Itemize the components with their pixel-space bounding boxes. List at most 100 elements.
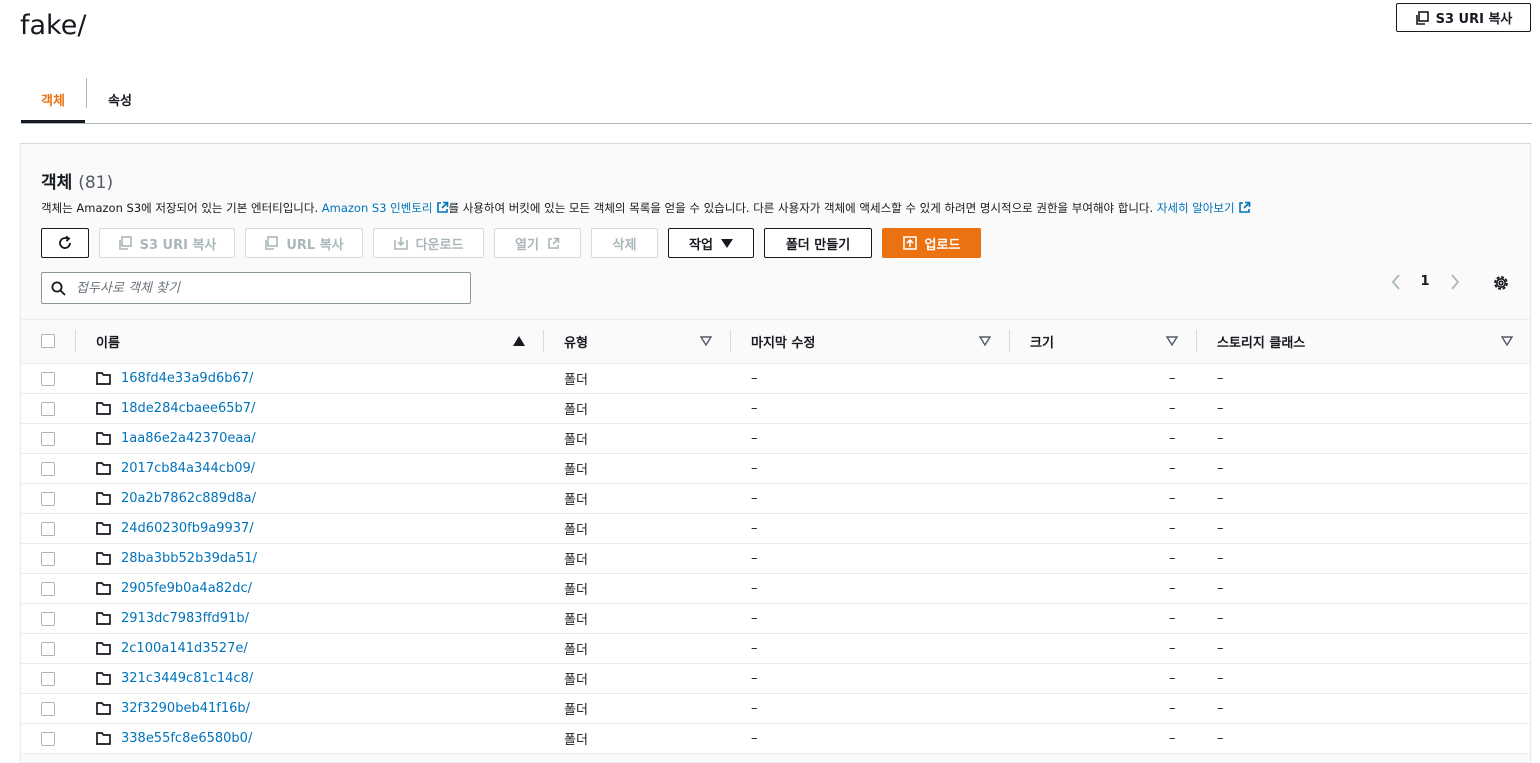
search-icon <box>51 281 66 296</box>
tab-objects[interactable]: 객체 <box>21 78 85 123</box>
sort-ascending-icon[interactable] <box>513 336 525 346</box>
tab-properties[interactable]: 속성 <box>87 78 153 121</box>
table-row[interactable]: 20a2b7862c889d8a/ 폴더 – – – <box>21 484 1530 514</box>
chevron-left-icon <box>1391 274 1400 290</box>
refresh-button[interactable] <box>41 228 89 258</box>
table-row[interactable]: 32f3290beb41f16b/ 폴더 – – – <box>21 694 1530 724</box>
open-button[interactable]: 열기 <box>494 228 581 258</box>
object-name-link[interactable]: 2017cb84a344cb09/ <box>121 454 255 483</box>
row-checkbox[interactable] <box>41 582 55 596</box>
copy-icon <box>1415 10 1429 25</box>
table-row[interactable]: 2017cb84a344cb09/ 폴더 – – – <box>21 454 1530 484</box>
object-name-link[interactable]: 2913dc7983ffd91b/ <box>121 604 249 633</box>
object-name-link[interactable]: 32f3290beb41f16b/ <box>121 694 250 723</box>
delete-button[interactable]: 삭제 <box>591 228 658 258</box>
table-row[interactable]: 24d60230fb9a9937/ 폴더 – – – <box>21 514 1530 544</box>
sort-icon[interactable] <box>1501 336 1513 346</box>
object-name[interactable]: 20a2b7862c889d8a/ <box>121 491 256 506</box>
column-header-last-modified[interactable]: 마지막 수정 <box>751 320 815 363</box>
object-name[interactable]: 2c100a141d3527e/ <box>121 641 248 656</box>
object-type: 폴더 <box>564 373 588 388</box>
object-name-link[interactable]: 2905fe9b0a4a82dc/ <box>121 574 252 603</box>
object-name-link[interactable]: 1aa86e2a42370eaa/ <box>121 424 256 453</box>
row-checkbox[interactable] <box>41 432 55 446</box>
object-name[interactable]: 338e55fc8e6580b0/ <box>121 731 252 746</box>
column-divider <box>1196 330 1197 352</box>
inventory-link[interactable]: Amazon S3 인벤토리 <box>322 201 449 215</box>
object-name-link[interactable]: 24d60230fb9a9937/ <box>121 514 254 543</box>
object-name[interactable]: 32f3290beb41f16b/ <box>121 701 250 716</box>
table-row[interactable]: 2913dc7983ffd91b/ 폴더 – – – <box>21 604 1530 634</box>
table-row[interactable]: 2905fe9b0a4a82dc/ 폴더 – – – <box>21 574 1530 604</box>
next-page-button[interactable] <box>1446 274 1464 290</box>
create-folder-button[interactable]: 폴더 만들기 <box>764 228 872 258</box>
row-checkbox[interactable] <box>41 642 55 656</box>
row-checkbox[interactable] <box>41 732 55 746</box>
objects-panel-title: 객체 (81) <box>41 168 113 193</box>
object-name[interactable]: 18de284cbaee65b7/ <box>121 401 255 416</box>
copy-s3-uri-label: S3 URI 복사 <box>1435 12 1513 27</box>
sort-icon[interactable] <box>1166 336 1178 346</box>
row-checkbox[interactable] <box>41 702 55 716</box>
object-name-link[interactable]: 20a2b7862c889d8a/ <box>121 484 256 513</box>
upload-icon <box>902 236 917 250</box>
copy-url-button[interactable]: URL 복사 <box>245 228 363 258</box>
object-name[interactable]: 2913dc7983ffd91b/ <box>121 611 249 626</box>
object-name[interactable]: 321c3449c81c14c8/ <box>121 671 253 686</box>
learn-more-link[interactable]: 자세히 알아보기 <box>1157 201 1251 215</box>
actions-dropdown[interactable]: 작업 <box>668 228 754 258</box>
object-name[interactable]: 24d60230fb9a9937/ <box>121 521 254 536</box>
row-checkbox[interactable] <box>41 372 55 386</box>
objects-panel: 객체 (81) 객체는 Amazon S3에 저장되어 있는 기본 엔터티입니다… <box>20 143 1531 763</box>
table-row[interactable]: 321c3449c81c14c8/ 폴더 – – – <box>21 664 1530 694</box>
table-row[interactable]: 168fd4e33a9d6b67/ 폴더 – – – <box>21 364 1530 394</box>
object-storage-class: – <box>1217 641 1224 656</box>
row-checkbox[interactable] <box>41 462 55 476</box>
row-checkbox[interactable] <box>41 402 55 416</box>
table-row[interactable]: 18de284cbaee65b7/ 폴더 – – – <box>21 394 1530 424</box>
folder-icon <box>96 402 111 415</box>
download-label: 다운로드 <box>415 237 464 253</box>
object-name[interactable]: 2017cb84a344cb09/ <box>121 461 255 476</box>
object-name[interactable]: 1aa86e2a42370eaa/ <box>121 431 256 446</box>
object-size: – <box>1169 401 1176 416</box>
table-row[interactable]: 1aa86e2a42370eaa/ 폴더 – – – <box>21 424 1530 454</box>
object-name-link[interactable]: 2c100a141d3527e/ <box>121 634 248 663</box>
table-row[interactable]: 2c100a141d3527e/ 폴더 – – – <box>21 634 1530 664</box>
upload-button[interactable]: 업로드 <box>882 228 981 258</box>
sort-icon[interactable] <box>700 336 712 346</box>
search-input[interactable] <box>74 279 458 297</box>
row-checkbox[interactable] <box>41 522 55 536</box>
object-name-link[interactable]: 321c3449c81c14c8/ <box>121 664 253 693</box>
table-header: 이름 유형 마지막 수정 크기 스토리지 클래스 <box>21 320 1530 364</box>
object-name-link[interactable]: 28ba3bb52b39da51/ <box>121 544 257 573</box>
previous-page-button[interactable] <box>1387 274 1405 290</box>
row-checkbox[interactable] <box>41 672 55 686</box>
row-checkbox[interactable] <box>41 612 55 626</box>
column-header-size[interactable]: 크기 <box>1030 320 1054 363</box>
column-divider <box>1009 330 1010 352</box>
object-name[interactable]: 2905fe9b0a4a82dc/ <box>121 581 252 596</box>
column-header-type[interactable]: 유형 <box>564 320 588 363</box>
column-header-storage-class[interactable]: 스토리지 클래스 <box>1217 320 1305 363</box>
object-name[interactable]: 28ba3bb52b39da51/ <box>121 551 257 566</box>
object-name-link[interactable]: 338e55fc8e6580b0/ <box>121 724 252 753</box>
copy-s3-uri-toolbar-button[interactable]: S3 URI 복사 <box>99 228 235 258</box>
table-row[interactable]: 28ba3bb52b39da51/ 폴더 – – – <box>21 544 1530 574</box>
sort-icon[interactable] <box>979 336 991 346</box>
copy-s3-uri-button[interactable]: S3 URI 복사 <box>1396 3 1531 32</box>
external-link-icon <box>548 237 560 249</box>
object-name[interactable]: 168fd4e33a9d6b67/ <box>121 371 253 386</box>
object-name-link[interactable]: 168fd4e33a9d6b67/ <box>121 364 253 393</box>
download-button[interactable]: 다운로드 <box>373 228 484 258</box>
column-header-name[interactable]: 이름 <box>96 320 120 363</box>
folder-icon <box>96 372 111 385</box>
settings-button[interactable] <box>1491 274 1511 292</box>
current-page-number[interactable]: 1 <box>1416 274 1434 289</box>
row-checkbox[interactable] <box>41 492 55 506</box>
object-name-link[interactable]: 18de284cbaee65b7/ <box>121 394 255 423</box>
select-all-checkbox[interactable] <box>41 334 55 348</box>
table-row[interactable]: 338e55fc8e6580b0/ 폴더 – – – <box>21 724 1530 754</box>
download-icon <box>393 237 408 250</box>
row-checkbox[interactable] <box>41 552 55 566</box>
